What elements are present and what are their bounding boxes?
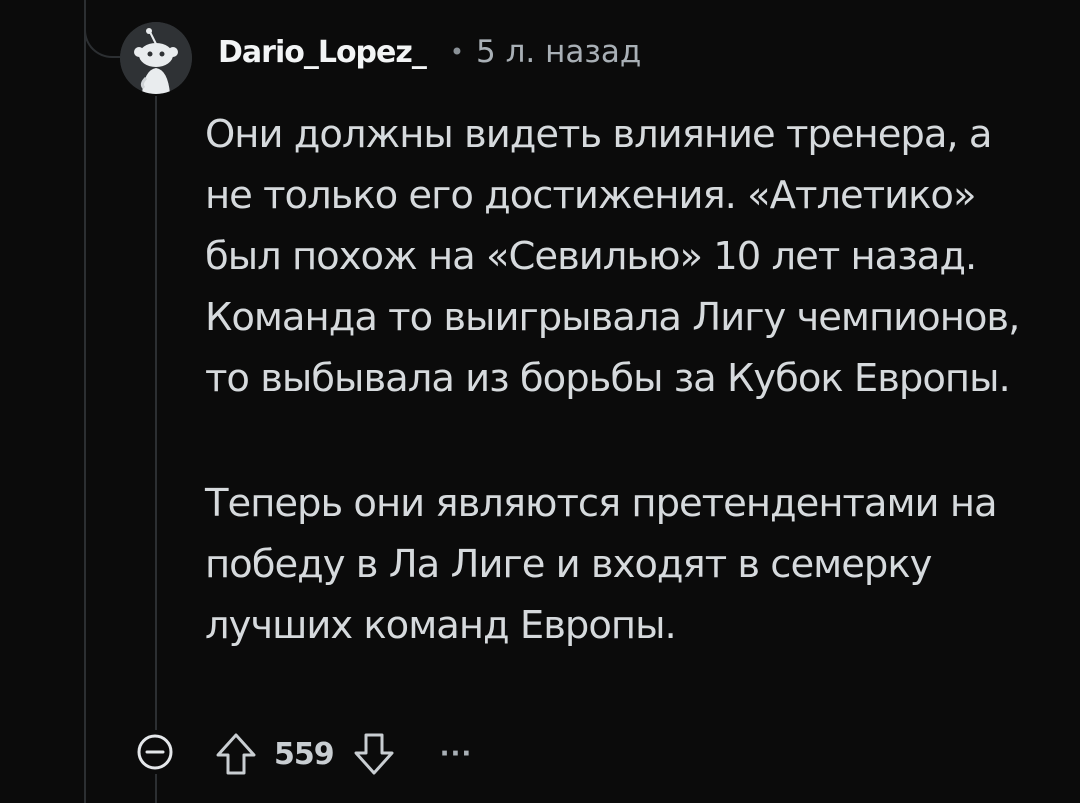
comment-actions: 559 ··· xyxy=(208,726,472,782)
comment-header: Dario_Lopez_ • 5 л. назад xyxy=(218,30,641,74)
collapse-button[interactable] xyxy=(133,730,177,774)
username-link[interactable]: Dario_Lopez_ xyxy=(218,35,427,70)
downvote-arrow-icon xyxy=(354,733,394,775)
downvote-button[interactable] xyxy=(346,726,402,782)
comment-thread: Dario_Lopez_ • 5 л. назад Они должны вид… xyxy=(0,0,1080,803)
collapse-minus-icon xyxy=(137,734,173,770)
vote-score: 559 xyxy=(274,736,335,772)
avatar[interactable] xyxy=(120,22,192,94)
comment-thread-line[interactable] xyxy=(155,96,157,803)
separator-dot: • xyxy=(449,38,464,66)
comment-paragraph: Они должны видеть влияние тренера, а не … xyxy=(205,112,1020,401)
comment-body: Они должны видеть влияние тренера, а не … xyxy=(205,104,1045,720)
parent-thread-line[interactable] xyxy=(84,0,86,803)
timestamp[interactable]: 5 л. назад xyxy=(476,34,641,70)
thread-connector-line xyxy=(84,0,124,58)
snoo-avatar-icon xyxy=(120,22,192,94)
comment-paragraph: Теперь они являются претендентами на поб… xyxy=(205,481,998,648)
upvote-button[interactable] xyxy=(208,726,264,782)
upvote-arrow-icon xyxy=(216,733,256,775)
more-options-button[interactable]: ··· xyxy=(440,739,473,769)
